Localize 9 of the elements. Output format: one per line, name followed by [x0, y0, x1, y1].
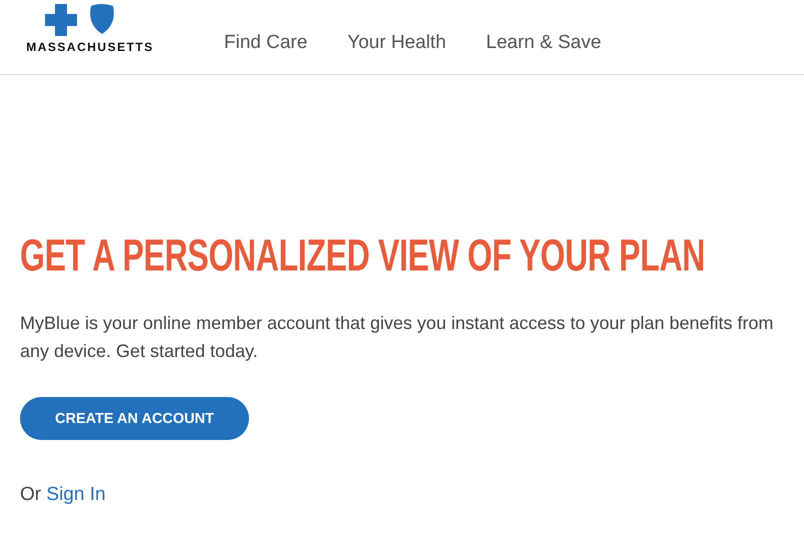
or-text: Or: [20, 484, 42, 505]
page-heading: GET A PERSONALIZED VIEW OF YOUR PLAN: [20, 228, 705, 282]
description-text: MyBlue is your online member account that gives you instant access to your plan benefits from any device. Get started today.: [20, 312, 774, 363]
logo-text: MASSACHUSETTS: [26, 40, 154, 54]
nav-link[interactable]: Your Health: [347, 32, 446, 54]
nav-link[interactable]: Find Care: [224, 32, 308, 54]
nav-link[interactable]: Learn & Save: [486, 32, 602, 54]
create-account-button[interactable]: CREATE AN ACCOUNT: [20, 397, 249, 440]
sign-in-link[interactable]: Sign In: [46, 484, 106, 505]
